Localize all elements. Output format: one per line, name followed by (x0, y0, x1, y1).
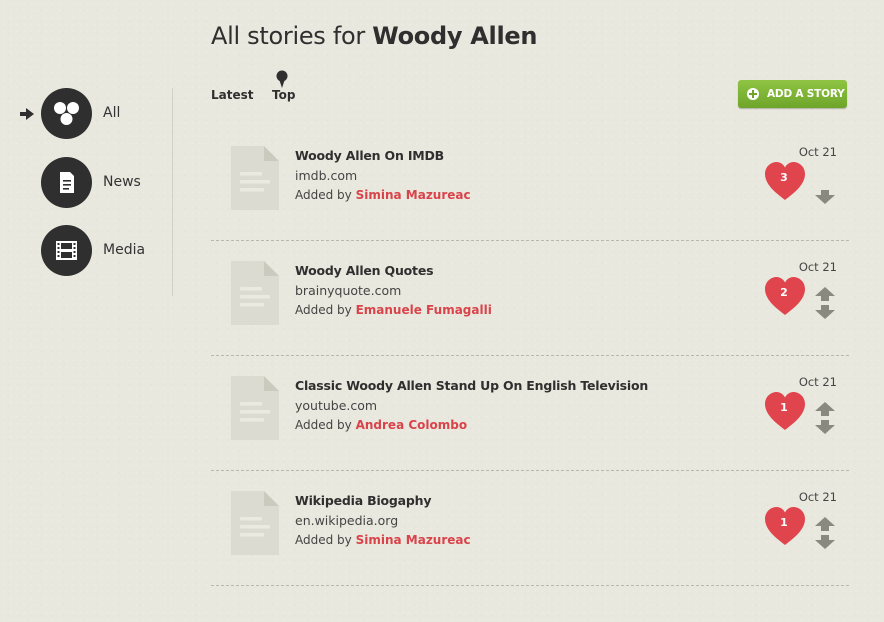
vote-down-icon[interactable] (815, 420, 835, 434)
story-author[interactable]: Simina Mazureac (356, 533, 471, 547)
film-icon (41, 225, 92, 276)
sidebar-item-all[interactable]: All (41, 88, 166, 140)
tab-latest[interactable]: Latest (211, 88, 254, 102)
story-added-by: Added by Emanuele Fumagalli (295, 303, 492, 317)
story-divider (211, 585, 849, 586)
story-added-by: Added by Simina Mazureac (295, 533, 471, 547)
sidebar-item-label: All (103, 105, 121, 121)
story-document-icon (231, 491, 279, 555)
story-author[interactable]: Emanuele Fumagalli (356, 303, 492, 317)
story-document-icon (231, 261, 279, 325)
added-by-label: Added by (295, 418, 352, 432)
story-date: Oct 21 (798, 375, 837, 389)
story-item: Woody Allen On IMDB imdb.com Added by Si… (211, 126, 849, 241)
story-added-by: Added by Simina Mazureac (295, 188, 471, 202)
vote-down-icon[interactable] (815, 305, 835, 319)
like-count: 3 (780, 171, 788, 184)
added-by-label: Added by (295, 303, 352, 317)
vote-down-icon[interactable] (815, 535, 835, 549)
vote-down-icon[interactable] (815, 190, 835, 204)
story-title[interactable]: Woody Allen On IMDB (295, 148, 444, 163)
story-item: Woody Allen Quotes brainyquote.com Added… (211, 241, 849, 356)
like-count: 1 (780, 516, 788, 529)
story-date: Oct 21 (798, 260, 837, 274)
story-title[interactable]: Classic Woody Allen Stand Up On English … (295, 378, 648, 393)
like-count: 1 (780, 401, 788, 414)
story-title[interactable]: Woody Allen Quotes (295, 263, 434, 278)
tab-top[interactable]: Top (272, 88, 295, 102)
story-domain: en.wikipedia.org (295, 513, 399, 528)
added-by-label: Added by (295, 188, 352, 202)
plus-icon (747, 88, 759, 100)
document-icon (41, 157, 92, 208)
like-count: 2 (780, 286, 788, 299)
vote-up-icon[interactable] (815, 402, 835, 416)
story-item: Classic Woody Allen Stand Up On English … (211, 356, 849, 471)
page-title-name: Woody Allen (372, 22, 538, 50)
sidebar-item-media[interactable]: Media (41, 225, 166, 277)
story-domain: brainyquote.com (295, 283, 402, 298)
sidebar-item-news[interactable]: News (41, 157, 166, 209)
story-item: Wikipedia Biogaphy en.wikipedia.org Adde… (211, 471, 849, 586)
story-date: Oct 21 (798, 145, 837, 159)
sidebar-item-label: News (103, 174, 141, 190)
three-circles-icon (41, 88, 92, 139)
story-domain: youtube.com (295, 398, 378, 413)
story-title[interactable]: Wikipedia Biogaphy (295, 493, 431, 508)
story-document-icon (231, 376, 279, 440)
pin-icon (276, 70, 288, 88)
add-story-label: ADD A STORY (767, 88, 845, 100)
story-author[interactable]: Andrea Colombo (356, 418, 468, 432)
sidebar: All News Media (0, 88, 173, 296)
active-arrow-icon (20, 108, 34, 120)
story-added-by: Added by Andrea Colombo (295, 418, 467, 432)
story-domain: imdb.com (295, 168, 358, 183)
story-date: Oct 21 (798, 490, 837, 504)
page-title: All stories for Woody Allen (211, 22, 537, 50)
page-title-prefix: All stories for (211, 22, 365, 50)
vote-up-icon[interactable] (815, 517, 835, 531)
added-by-label: Added by (295, 533, 352, 547)
sidebar-item-label: Media (103, 242, 146, 258)
add-story-button[interactable]: ADD A STORY (738, 80, 847, 108)
story-document-icon (231, 146, 279, 210)
vote-up-icon[interactable] (815, 287, 835, 301)
story-author[interactable]: Simina Mazureac (356, 188, 471, 202)
